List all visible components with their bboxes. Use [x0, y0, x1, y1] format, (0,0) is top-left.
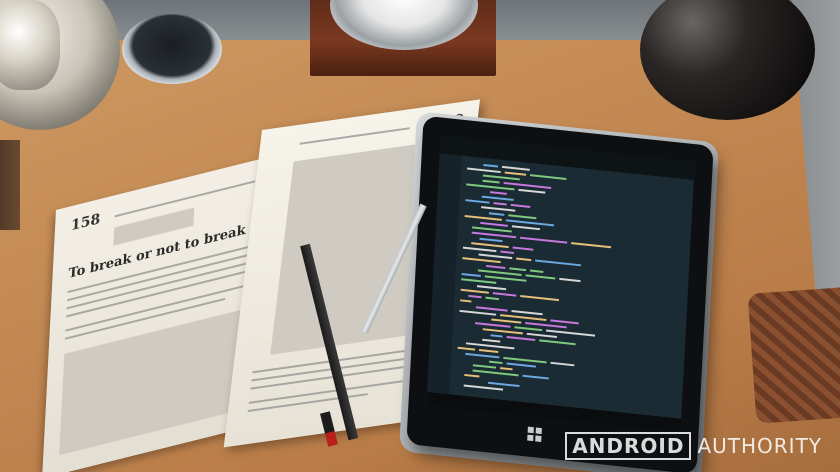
code-token: [492, 292, 517, 297]
code-token: [506, 335, 536, 341]
code-token: [484, 275, 527, 282]
code-token: [530, 174, 567, 180]
watermark-word-authority: AUTHORITY: [697, 434, 822, 458]
code-token: [475, 306, 508, 312]
code-token: [482, 338, 501, 343]
code-token: [472, 369, 519, 377]
code-token: [512, 246, 534, 251]
code-token: [500, 314, 547, 321]
code-token: [559, 277, 581, 283]
left-page-number: 158: [70, 210, 101, 235]
watermark-word-android: ANDROID: [565, 432, 692, 460]
code-token: [508, 214, 537, 220]
windows-logo-icon: [527, 426, 542, 443]
code-token: [483, 163, 499, 168]
code-token: [510, 203, 531, 208]
code-token: [493, 202, 507, 206]
code-token: [522, 374, 549, 380]
editor-code-lines: [457, 163, 612, 391]
code-token: [479, 237, 503, 243]
tablet: [406, 115, 714, 472]
dark-vase: [640, 0, 815, 120]
code-token: [520, 236, 568, 244]
code-token: [471, 242, 509, 249]
code-token: [464, 214, 502, 221]
code-token: [463, 384, 504, 391]
code-token: [464, 373, 480, 378]
code-token: [481, 206, 516, 212]
code-token: [487, 381, 520, 388]
code-token: [535, 259, 582, 267]
code-token: [472, 226, 512, 233]
code-token: [489, 360, 503, 365]
code-token: [480, 221, 508, 227]
watermark: ANDROID AUTHORITY: [565, 432, 822, 460]
code-token: [504, 171, 527, 176]
code-token: [506, 362, 536, 368]
code-token: [525, 322, 567, 329]
code-token: [465, 199, 490, 204]
code-token: [465, 352, 500, 359]
code-token: [520, 295, 560, 302]
code-token: [509, 267, 527, 272]
code-token: [546, 329, 596, 337]
code-token: [488, 212, 505, 216]
carved-wooden-box: [747, 286, 840, 424]
code-token: [477, 269, 522, 276]
code-token: [468, 294, 482, 299]
left-object: [0, 140, 20, 230]
code-token: [489, 191, 507, 195]
code-token: [462, 257, 501, 264]
code-token: [478, 348, 499, 354]
code-token: [459, 309, 497, 316]
code-token: [460, 288, 489, 294]
code-token: [530, 269, 544, 273]
code-token: [481, 195, 514, 201]
code-token: [525, 274, 556, 280]
code-token: [482, 174, 520, 181]
code-token: [482, 179, 500, 184]
desk-lamp-stem: [0, 0, 60, 90]
code-token: [471, 231, 517, 239]
code-token: [505, 219, 555, 227]
code-token: [550, 361, 575, 367]
code-token: [514, 326, 543, 332]
code-token: [500, 367, 513, 371]
photo-scene: 158 To break or not to break 159: [0, 0, 840, 472]
code-token: [466, 183, 515, 191]
code-token: [457, 346, 476, 351]
code-token: [478, 253, 513, 260]
code-token: [518, 188, 546, 194]
code-token: [503, 356, 547, 364]
code-token: [467, 167, 501, 174]
code-token: [485, 296, 499, 301]
code-token: [501, 165, 530, 171]
code-token: [539, 339, 576, 346]
code-token: [516, 257, 532, 262]
code-token: [475, 322, 511, 328]
wireless-charger: [122, 14, 222, 84]
code-token: [465, 342, 515, 350]
code-token: [460, 299, 472, 303]
code-token: [476, 285, 507, 291]
code-token: [461, 272, 481, 277]
code-token: [503, 181, 552, 189]
code-token: [550, 319, 579, 325]
code-token: [461, 278, 497, 284]
code-token: [486, 264, 506, 269]
code-token: [490, 334, 503, 338]
code-token: [500, 250, 515, 254]
code-token: [491, 318, 522, 324]
code-token: [511, 225, 540, 231]
code-token: [571, 242, 612, 249]
code-token: [462, 246, 497, 253]
code-token: [526, 332, 557, 338]
code-token: [511, 310, 543, 316]
code-token: [482, 328, 523, 335]
code-token: [472, 364, 497, 369]
text-line: [299, 127, 410, 145]
tablet-screen: [426, 135, 695, 433]
